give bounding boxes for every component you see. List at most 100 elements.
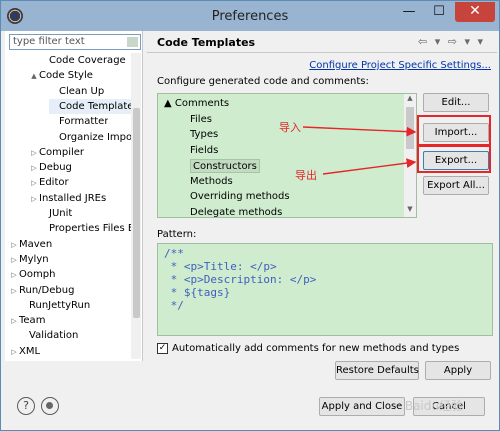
expand-arrow-icon[interactable]: ▷ xyxy=(29,192,39,206)
tree-item-label: Code Coverage xyxy=(49,55,126,66)
template-item[interactable]: ▲ Comments xyxy=(164,97,229,111)
auto-comments-row[interactable]: ✓ Automatically add comments for new met… xyxy=(157,343,459,354)
tree-item-label: Installed JREs xyxy=(39,192,107,204)
tree-item[interactable]: ▷ Editor xyxy=(29,175,69,190)
tree-item[interactable]: RunJettyRun xyxy=(19,298,90,313)
expand-arrow-icon[interactable]: ▷ xyxy=(29,146,39,160)
expand-arrow-icon[interactable]: ▷ xyxy=(9,345,19,359)
expand-arrow-icon[interactable]: ▷ xyxy=(29,161,39,175)
template-item[interactable]: Files xyxy=(190,113,212,127)
auto-comments-checkbox[interactable]: ✓ xyxy=(157,343,168,354)
tree-item[interactable]: Properties Files Ed xyxy=(39,221,141,236)
pattern-line: * <p>Description: </p> xyxy=(164,273,317,286)
expand-arrow-icon[interactable]: ▷ xyxy=(9,268,19,282)
eclipse-icon xyxy=(7,8,23,24)
clear-filter-icon[interactable] xyxy=(127,37,138,47)
tree-item[interactable]: Clean Up xyxy=(49,84,104,99)
expand-arrow-icon[interactable]: ▷ xyxy=(9,238,19,252)
tree-item[interactable]: Organize Impo xyxy=(49,130,132,145)
minimize-button[interactable]: — xyxy=(395,4,423,22)
tree-scroll-thumb[interactable] xyxy=(133,108,140,318)
tree-item-label: RunJettyRun xyxy=(29,299,91,311)
window-title: Preferences xyxy=(211,8,289,24)
tree-item[interactable]: ▷ Installed JREs xyxy=(29,191,106,206)
dialog-footer: ? Apply and Close Cancel Baidu经验 xyxy=(5,387,497,427)
expand-arrow-icon[interactable]: ▷ xyxy=(9,284,19,298)
page-title: Code Templates xyxy=(157,36,256,49)
tree-item[interactable]: ▷ Team xyxy=(9,313,45,328)
tree-item[interactable]: ▷ Oomph xyxy=(9,267,55,282)
configure-project-settings-link[interactable]: Configure Project Specific Settings... xyxy=(309,60,491,71)
tree-item[interactable]: ▲ Code Style xyxy=(29,68,93,83)
preferences-tree-pane: type filter text Code Coverage ▲ Code Styl… xyxy=(5,31,143,361)
help-icon[interactable]: ? xyxy=(17,397,35,415)
tree-item-label: Clean Up xyxy=(59,85,105,97)
template-item[interactable]: Constructors xyxy=(190,159,260,173)
tree-item-label: Organize Impo xyxy=(59,131,133,143)
scroll-up-icon[interactable]: ▲ xyxy=(404,94,416,106)
tree-item[interactable]: Code Template xyxy=(49,98,134,114)
filter-placeholder: type filter text xyxy=(13,36,85,47)
tree-item[interactable]: ▷ Compiler xyxy=(29,145,84,160)
templates-scrollbar[interactable]: ▲ ▼ xyxy=(404,94,416,217)
generated-code-label: Configure generated code and comments: xyxy=(157,76,369,87)
tree-item-label: Code Style xyxy=(39,70,93,82)
title-divider xyxy=(147,52,497,53)
close-button[interactable]: ✕ xyxy=(455,2,495,22)
tree-item[interactable]: ▷ Debug xyxy=(29,160,72,175)
filter-input[interactable]: type filter text xyxy=(9,34,141,50)
pattern-line: /** xyxy=(164,247,184,260)
tree-item[interactable]: ▷ Maven xyxy=(9,237,52,252)
tree-item-label: Code Template xyxy=(59,100,134,112)
template-item[interactable]: Types xyxy=(190,128,218,142)
history-nav-icon[interactable]: ⇦ ▾ ⇨ ▾ ▾ xyxy=(418,35,485,48)
expand-arrow-icon[interactable]: ▷ xyxy=(9,314,19,328)
export-highlight-box xyxy=(417,145,491,173)
export-annotation: 导出 xyxy=(295,169,317,182)
title-bar: Preferences — ☐ ✕ xyxy=(1,1,499,31)
template-item[interactable]: Fields xyxy=(190,144,218,158)
tree-item[interactable]: ▷ Mylyn xyxy=(9,252,49,267)
expand-arrow-icon[interactable]: ▷ xyxy=(9,253,19,267)
tree-item[interactable]: JUnit xyxy=(39,206,72,221)
edit-button[interactable]: Edit... xyxy=(423,93,489,112)
tree-scrollbar[interactable] xyxy=(131,53,141,359)
tree-item-label: Oomph xyxy=(19,269,56,281)
apply-and-close-button[interactable]: Apply and Close xyxy=(319,397,405,416)
tree-item[interactable]: Validation xyxy=(19,328,78,343)
apply-button[interactable]: Apply xyxy=(425,361,491,380)
template-item[interactable]: Delegate methods xyxy=(190,206,282,220)
maximize-button[interactable]: ☐ xyxy=(425,4,453,22)
pattern-label: Pattern: xyxy=(157,229,197,240)
tree-item-label: Properties Files Ed xyxy=(49,223,141,235)
templates-scroll-thumb[interactable] xyxy=(406,107,414,149)
export-all-button[interactable]: Export All... xyxy=(423,176,489,195)
template-item[interactable]: Overriding methods xyxy=(190,190,290,204)
tree-item-label: Editor xyxy=(39,177,69,189)
tree-item[interactable]: ▷ Run/Debug xyxy=(9,283,74,298)
tree-item-label: Debug xyxy=(39,162,72,174)
scroll-down-icon[interactable]: ▼ xyxy=(404,205,416,217)
templates-tree[interactable]: ▲ ▼ ▲ Comments Files Types Fields Constructo… xyxy=(157,93,417,218)
tree-item[interactable]: Formatter xyxy=(49,114,108,129)
pattern-line: * ${tags} xyxy=(164,286,231,299)
tree-item[interactable]: ▷ XML xyxy=(9,344,40,359)
pattern-editor[interactable]: /** * <p>Title: </p> * <p>Description: <… xyxy=(157,243,493,336)
record-macro-icon[interactable] xyxy=(41,397,59,415)
tree-item-label: JUnit xyxy=(49,208,73,219)
tree-item-label: Validation xyxy=(29,330,79,342)
import-highlight-box xyxy=(417,115,491,146)
tree-item[interactable]: Code Coverage xyxy=(39,53,126,68)
tree-item-label: Compiler xyxy=(39,146,85,158)
pattern-line: */ xyxy=(164,299,184,312)
tree-item-label: Formatter xyxy=(59,116,109,128)
expand-arrow-icon[interactable]: ▷ xyxy=(29,176,39,190)
expand-arrow-icon[interactable]: ▲ xyxy=(29,69,39,83)
tree-item-label: XML xyxy=(19,345,41,357)
tree-item-label: Run/Debug xyxy=(19,284,75,296)
template-item[interactable]: Methods xyxy=(190,175,233,189)
restore-defaults-button[interactable]: Restore Defaults xyxy=(335,361,419,380)
tree-item-label: Mylyn xyxy=(19,253,49,265)
code-templates-page: Code Templates ⇦ ▾ ⇨ ▾ ▾ Configure Proje… xyxy=(147,31,497,385)
auto-comments-label: Automatically add comments for new metho… xyxy=(172,343,460,354)
